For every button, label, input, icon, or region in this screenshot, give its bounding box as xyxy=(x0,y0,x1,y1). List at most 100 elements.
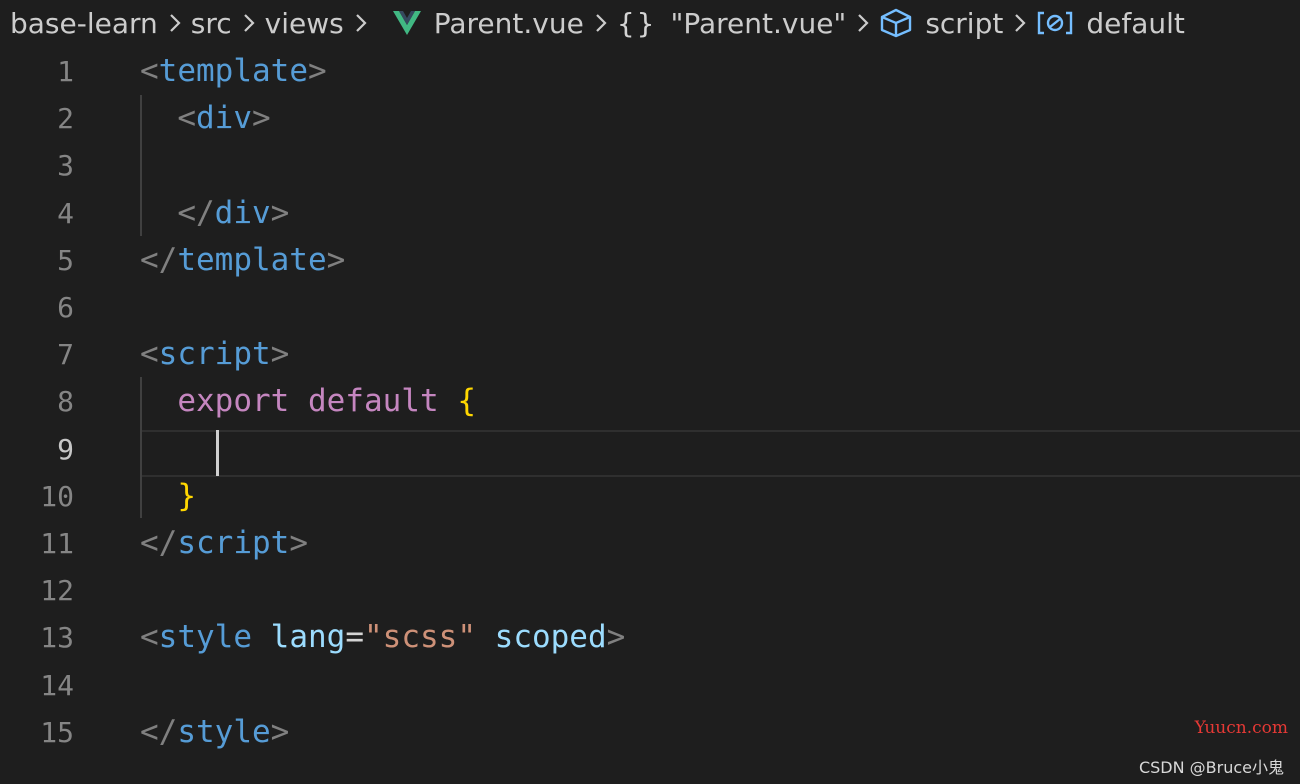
line-number: 15 xyxy=(40,716,74,749)
code-line[interactable]: 8 export default { xyxy=(0,378,1300,425)
code-token: div xyxy=(196,100,252,136)
line-number: 12 xyxy=(40,574,74,607)
code-text: <div> xyxy=(140,95,271,142)
code-line[interactable]: 11 </script> xyxy=(0,520,1300,567)
code-token: > xyxy=(270,714,290,750)
code-token: < xyxy=(140,53,159,89)
code-text: </style> xyxy=(140,709,289,756)
code-token: "scss" xyxy=(364,619,476,655)
breadcrumb-item-script[interactable]: script xyxy=(879,7,1003,40)
chevron-right-icon xyxy=(168,12,182,34)
line-number: 14 xyxy=(40,669,74,702)
chevron-right-icon xyxy=(856,12,870,34)
code-line[interactable]: 1 <template> xyxy=(0,48,1300,95)
code-token: > xyxy=(270,195,290,231)
breadcrumb-label: base-learn xyxy=(10,6,158,40)
chevron-right-icon xyxy=(354,12,368,34)
breadcrumb-item-base-learn[interactable]: base-learn xyxy=(10,7,158,40)
chevron-right-icon xyxy=(242,12,256,34)
code-text: <script> xyxy=(140,331,289,378)
breadcrumb-item-parent-vue[interactable]: Parent.vue xyxy=(392,7,584,40)
breadcrumb-item-module[interactable]: {} "Parent.vue" xyxy=(617,7,846,40)
code-token: } xyxy=(177,478,196,514)
code-line[interactable]: 7 <script> xyxy=(0,331,1300,378)
code-line[interactable]: 6 xyxy=(0,284,1300,331)
code-token: < xyxy=(177,100,196,136)
code-token: </ xyxy=(140,242,178,278)
line-number: 9 xyxy=(57,433,74,466)
code-token: script xyxy=(158,336,271,372)
code-text: <template> xyxy=(140,48,327,95)
line-number: 8 xyxy=(57,385,74,418)
code-token: style xyxy=(177,714,271,750)
author-watermark: CSDN @Bruce小鬼 xyxy=(1138,758,1284,777)
line-number: 3 xyxy=(57,149,74,182)
line-number: 6 xyxy=(57,291,74,324)
breadcrumb-label: views xyxy=(264,6,344,40)
chevron-right-icon xyxy=(594,12,608,34)
code-line[interactable]: 12 xyxy=(0,567,1300,614)
code-line[interactable]: 14 xyxy=(0,662,1300,709)
code-token: > xyxy=(270,336,290,372)
code-token: scoped xyxy=(494,619,607,655)
line-number: 11 xyxy=(40,527,74,560)
chevron-right-icon xyxy=(1013,12,1027,34)
code-token: < xyxy=(140,619,159,655)
breadcrumb-label: src xyxy=(190,6,232,40)
code-line[interactable]: 3 xyxy=(0,142,1300,189)
code-text: <style lang="scss" scoped> xyxy=(140,614,625,661)
site-watermark: Yuucn.com xyxy=(1194,718,1288,738)
code-token: lang xyxy=(270,619,346,655)
code-line[interactable]: 9 xyxy=(0,426,1300,473)
code-token: </ xyxy=(177,195,215,231)
code-token: = xyxy=(345,619,364,655)
code-token: div xyxy=(214,195,271,231)
code-token: > xyxy=(307,53,327,89)
code-token: > xyxy=(606,619,626,655)
breadcrumb-item-default[interactable]: default xyxy=(1036,7,1185,40)
code-token: script xyxy=(177,525,290,561)
line-number: 13 xyxy=(40,621,74,654)
code-text: </div> xyxy=(140,190,289,237)
code-token: > xyxy=(326,242,346,278)
line-number: 1 xyxy=(57,55,74,88)
code-token: style xyxy=(158,619,252,655)
code-line[interactable]: 15 </style> xyxy=(0,709,1300,756)
code-token: template xyxy=(177,242,327,278)
code-text: </script> xyxy=(140,520,308,567)
code-token: > xyxy=(289,525,308,561)
code-token: template xyxy=(158,53,308,89)
braces-icon: {} xyxy=(616,6,657,40)
breadcrumb-item-views[interactable]: views xyxy=(265,7,344,40)
code-line[interactable]: 13 <style lang="scss" scoped> xyxy=(0,614,1300,661)
breadcrumb-label: "Parent.vue" xyxy=(670,6,847,40)
breadcrumb-label: Parent.vue xyxy=(433,6,584,40)
code-token: > xyxy=(252,100,271,136)
line-number: 2 xyxy=(57,102,74,135)
code-line[interactable]: 10 } xyxy=(0,473,1300,520)
code-text: </template> xyxy=(140,237,345,284)
breadcrumb-label: script xyxy=(925,6,1004,40)
code-token: < xyxy=(140,336,159,372)
code-line[interactable]: 2 <div> xyxy=(0,95,1300,142)
code-token: default xyxy=(307,383,439,419)
line-number: 5 xyxy=(57,244,74,277)
code-token: { xyxy=(457,383,476,419)
code-line[interactable]: 4 </div> xyxy=(0,190,1300,237)
code-token: </ xyxy=(140,714,178,750)
code-editor[interactable]: 1 <template> 2 <div> 3 4 </div> 5 </template> 6… xyxy=(0,48,1300,784)
breadcrumb-label: default xyxy=(1086,6,1185,40)
code-line[interactable]: 5 </template> xyxy=(0,237,1300,284)
line-number: 7 xyxy=(57,338,74,371)
breadcrumb-item-src[interactable]: src xyxy=(191,7,232,40)
vue-icon xyxy=(392,10,422,36)
code-token: export xyxy=(177,383,290,419)
